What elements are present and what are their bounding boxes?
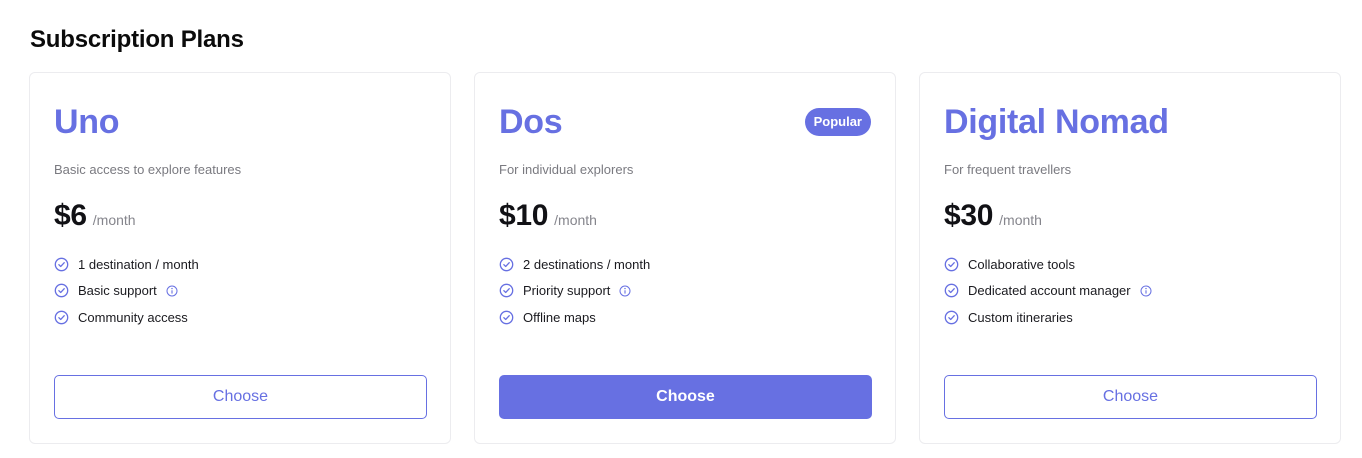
plan-period: /month: [999, 212, 1042, 228]
feature-label: Dedicated account manager: [968, 283, 1131, 299]
plan-card-dos: Dos Popular For individual explorers $10…: [474, 72, 896, 444]
plan-price: $10: [499, 199, 549, 232]
price-row: $10 /month: [499, 197, 597, 235]
check-circle-icon: [499, 310, 514, 325]
feature-item: 1 destination / month: [54, 251, 199, 278]
plan-card-digital-nomad: Digital Nomad For frequent travellers $3…: [919, 72, 1341, 444]
plan-period: /month: [92, 212, 136, 228]
plan-name: Digital Nomad: [944, 103, 1169, 141]
feature-item: Community access: [54, 304, 199, 331]
feature-item: Custom itineraries: [944, 304, 1152, 331]
price-row: $6 /month: [54, 197, 136, 235]
feature-item: Priority support: [499, 278, 650, 305]
plan-price: $30: [944, 199, 994, 232]
plan-description: For individual explorers: [499, 162, 634, 177]
feature-label: Community access: [78, 309, 188, 325]
check-circle-icon: [944, 310, 959, 325]
feature-label: 2 destinations / month: [523, 256, 651, 272]
plan-name: Dos: [499, 103, 563, 141]
feature-item: Basic support: [54, 278, 199, 305]
popular-badge: Popular: [804, 108, 871, 136]
choose-button[interactable]: Choose: [944, 375, 1317, 419]
feature-label: Custom itineraries: [968, 309, 1073, 325]
info-circle-icon[interactable]: [1140, 285, 1152, 297]
check-circle-icon: [54, 283, 69, 298]
check-circle-icon: [54, 310, 69, 325]
feature-label: Offline maps: [523, 309, 596, 325]
feature-item: Dedicated account manager: [944, 278, 1152, 305]
feature-item: Offline maps: [499, 304, 650, 331]
feature-label: Basic support: [78, 283, 157, 299]
page-title: Subscription Plans: [30, 26, 244, 53]
plan-name: Uno: [54, 103, 120, 141]
info-circle-icon[interactable]: [166, 285, 178, 297]
feature-item: Collaborative tools: [944, 251, 1152, 278]
feature-label: Priority support: [523, 283, 611, 299]
plan-price: $6: [54, 199, 87, 232]
feature-list: 1 destination / month Basic support Comm…: [54, 251, 199, 331]
check-circle-icon: [499, 283, 514, 298]
check-circle-icon: [944, 283, 959, 298]
check-circle-icon: [499, 257, 514, 272]
plan-description: For frequent travellers: [944, 162, 1072, 177]
feature-item: 2 destinations / month: [499, 251, 650, 278]
feature-label: 1 destination / month: [78, 256, 199, 272]
info-circle-icon[interactable]: [619, 285, 631, 297]
plan-description: Basic access to explore features: [54, 162, 242, 177]
choose-button[interactable]: Choose: [54, 375, 427, 419]
price-row: $30 /month: [944, 197, 1042, 235]
check-circle-icon: [944, 257, 959, 272]
feature-list: 2 destinations / month Priority support …: [499, 251, 650, 331]
feature-label: Collaborative tools: [968, 256, 1075, 272]
check-circle-icon: [54, 257, 69, 272]
plan-card-uno: Uno Basic access to explore features $6 …: [29, 72, 451, 444]
feature-list: Collaborative tools Dedicated account ma…: [944, 251, 1152, 331]
plan-period: /month: [554, 212, 597, 228]
choose-button[interactable]: Choose: [499, 375, 872, 419]
plans-grid: Uno Basic access to explore features $6 …: [29, 72, 1341, 444]
